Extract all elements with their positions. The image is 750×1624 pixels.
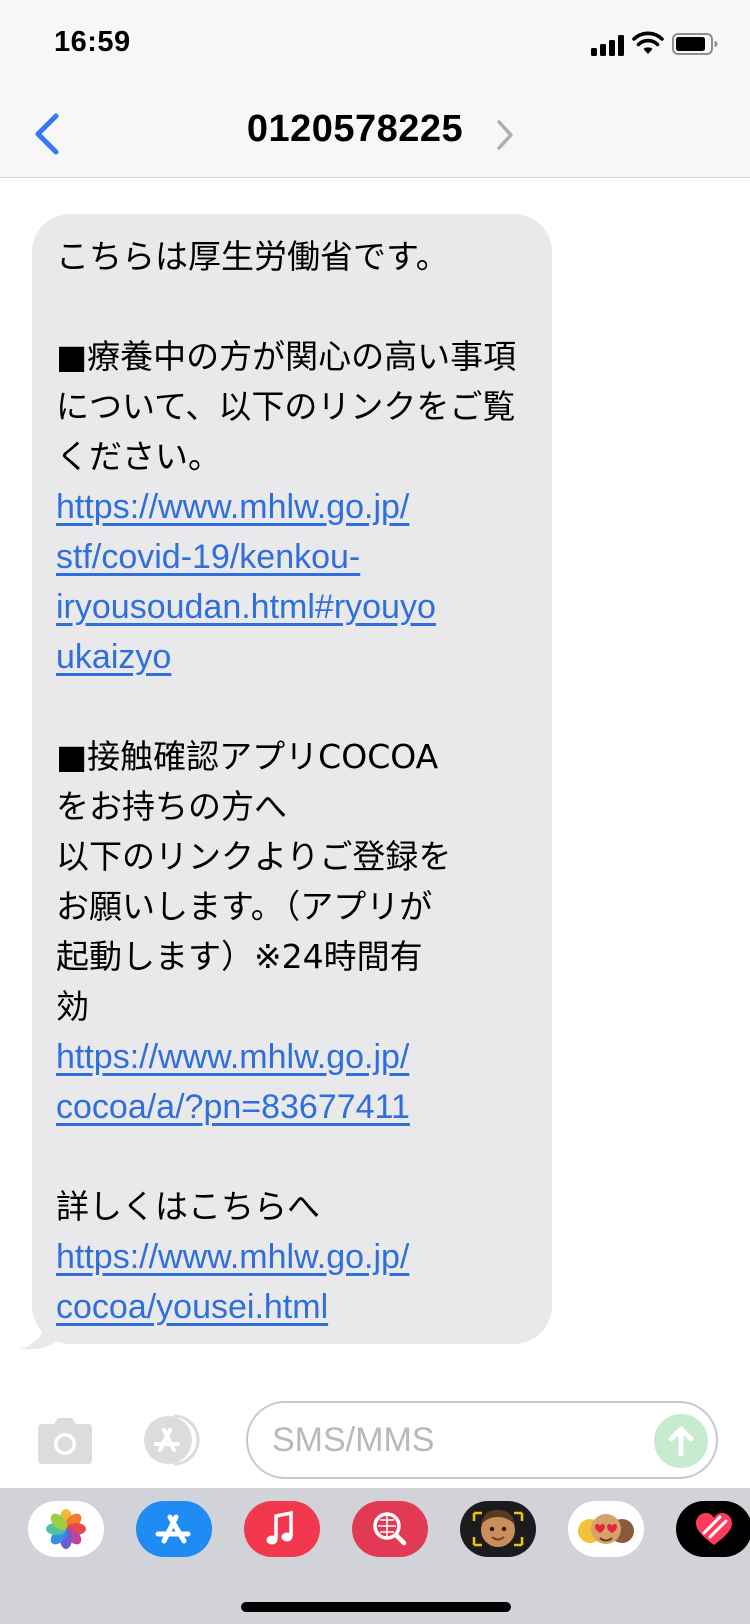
web-search-icon[interactable] xyxy=(352,1501,428,1557)
arrow-up-icon xyxy=(668,1426,694,1457)
message-link-care[interactable]: https://www.mhlw.go.jp/ stf/covid-19/ken… xyxy=(56,482,528,682)
battery-icon xyxy=(672,33,718,55)
memoji-icon[interactable] xyxy=(460,1501,536,1557)
app-drawer xyxy=(0,1488,750,1624)
message-link-details[interactable]: https://www.mhlw.go.jp/ cocoa/yousei.htm… xyxy=(56,1232,528,1332)
send-button[interactable] xyxy=(654,1414,708,1468)
photos-icon[interactable] xyxy=(28,1501,104,1557)
nav-bar: 0120578225 xyxy=(0,90,750,178)
message-cocoa-info: ■接触確認アプリCOCOA をお持ちの方へ 以下のリンクよりご登録を お願いしま… xyxy=(56,737,452,1026)
status-bar: 16:59 xyxy=(0,0,750,90)
app-store-icon[interactable] xyxy=(136,1501,212,1557)
digital-touch-icon[interactable] xyxy=(676,1501,750,1557)
input-bar xyxy=(0,1396,750,1488)
status-time: 16:59 xyxy=(54,26,131,58)
app-store-icon[interactable] xyxy=(138,1413,212,1467)
cellular-signal-icon xyxy=(591,34,627,56)
music-icon[interactable] xyxy=(244,1501,320,1557)
message-thread: こちらは厚生労働省です。 ■療養中の方が関心の高い事項について、以下のリンクをご… xyxy=(0,179,750,1396)
animoji-icon[interactable] xyxy=(568,1501,644,1557)
message-input[interactable] xyxy=(272,1419,632,1461)
message-care-info: ■療養中の方が関心の高い事項について、以下のリンクをご覧ください。 xyxy=(56,337,517,476)
message-details: 詳しくはこちらへ xyxy=(56,1187,320,1226)
camera-icon[interactable] xyxy=(34,1416,96,1466)
message-input-field[interactable] xyxy=(246,1401,718,1479)
message-greeting: こちらは厚生労働省です。 xyxy=(56,237,449,276)
contact-title[interactable]: 0120578225 xyxy=(0,108,710,151)
chevron-right-icon[interactable] xyxy=(494,118,516,152)
home-indicator xyxy=(241,1602,511,1612)
message-bubble[interactable]: こちらは厚生労働省です。 ■療養中の方が関心の高い事項について、以下のリンクをご… xyxy=(32,214,552,1344)
wifi-icon xyxy=(632,31,664,54)
message-link-cocoa[interactable]: https://www.mhlw.go.jp/ cocoa/a/?pn=8367… xyxy=(56,1032,528,1132)
